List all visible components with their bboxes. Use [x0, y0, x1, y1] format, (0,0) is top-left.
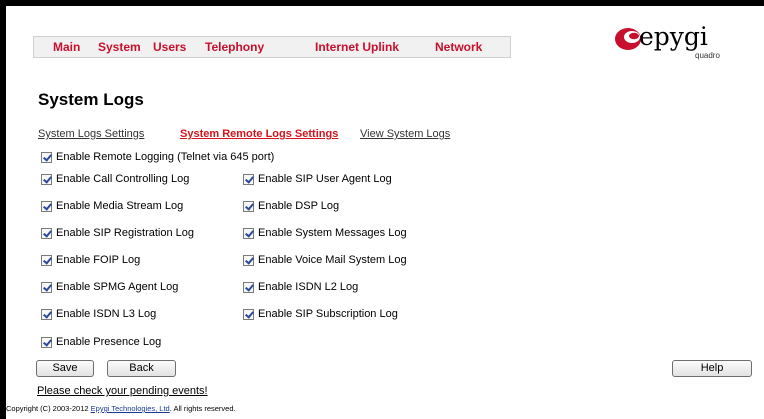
menu-users[interactable]: Users — [153, 40, 186, 54]
presence-log-checkbox[interactable] — [41, 336, 52, 348]
isdn-l3-log-checkbox[interactable] — [41, 308, 52, 320]
system-messages-log-checkbox[interactable] — [243, 227, 254, 239]
call-controlling-log-checkbox[interactable] — [41, 173, 52, 185]
log-option-row: Enable SIP User Agent Log — [243, 172, 392, 186]
logo-brand: epygi — [639, 22, 708, 51]
log-option-label: Enable Voice Mail System Log — [258, 254, 407, 266]
log-option-label: Enable System Messages Log — [258, 227, 407, 239]
spmg-agent-log-checkbox[interactable] — [41, 281, 52, 293]
copyright-suffix: . All rights reserved. — [169, 404, 236, 413]
log-option-row: Enable System Messages Log — [243, 226, 407, 240]
remote-logging-row: Enable Remote Logging (Telnet via 645 po… — [41, 150, 274, 164]
foip-log-checkbox[interactable] — [41, 254, 52, 266]
menu-main[interactable]: Main — [53, 40, 80, 54]
dsp-log-checkbox[interactable] — [243, 200, 254, 212]
page-title: System Logs — [38, 90, 144, 109]
sip-subscription-log-checkbox[interactable] — [243, 308, 254, 320]
log-option-row: Enable Voice Mail System Log — [243, 253, 407, 267]
log-option-label: Enable Media Stream Log — [56, 200, 184, 212]
log-option-row: Enable Call Controlling Log — [41, 172, 189, 186]
menu-network[interactable]: Network — [435, 40, 482, 54]
pending-events-link[interactable]: Please check your pending events! — [37, 385, 208, 397]
log-option-row: Enable ISDN L2 Log — [243, 280, 358, 294]
log-option-row: Enable DSP Log — [243, 199, 339, 213]
voice-mail-system-log-checkbox[interactable] — [243, 254, 254, 266]
copyright: Copyright (C) 2003-2012 Epygi Technologi… — [6, 404, 236, 413]
log-option-label: Enable SIP Subscription Log — [258, 308, 398, 320]
log-option-row: Enable SIP Subscription Log — [243, 307, 398, 321]
sip-registration-log-checkbox[interactable] — [41, 227, 52, 239]
epygi-technologies-link[interactable]: Epygi Technologies, Ltd — [91, 404, 170, 413]
log-option-row: Enable Presence Log — [41, 335, 161, 349]
save-button[interactable]: Save — [36, 360, 94, 377]
media-stream-log-checkbox[interactable] — [41, 200, 52, 212]
epygi-logo: epygi quadro — [613, 22, 763, 64]
log-option-label: Enable DSP Log — [258, 200, 340, 212]
log-option-label: Enable SIP User Agent Log — [258, 173, 392, 185]
copyright-prefix: Copyright (C) 2003-2012 — [6, 404, 91, 413]
tab-system-remote-logs-settings[interactable]: System Remote Logs Settings — [180, 128, 338, 140]
top-menu: Main System Users Telephony Internet Upl… — [33, 36, 511, 58]
menu-internet-uplink[interactable]: Internet Uplink — [315, 40, 399, 54]
sip-user-agent-log-checkbox[interactable] — [243, 173, 254, 185]
log-option-label: Enable SPMG Agent Log — [56, 281, 179, 293]
log-option-row: Enable SIP Registration Log — [41, 226, 194, 240]
log-option-label: Enable Presence Log — [56, 336, 162, 348]
log-option-label: Enable FOIP Log — [56, 254, 141, 266]
tab-view-system-logs[interactable]: View System Logs — [360, 128, 450, 140]
tab-system-logs-settings[interactable]: System Logs Settings — [38, 128, 144, 140]
log-option-label: Enable ISDN L2 Log — [258, 281, 359, 293]
log-option-label: Enable SIP Registration Log — [56, 227, 194, 239]
remote-logging-label: Enable Remote Logging (Telnet via 645 po… — [56, 151, 275, 163]
log-option-label: Enable Call Controlling Log — [56, 173, 190, 185]
isdn-l2-log-checkbox[interactable] — [243, 281, 254, 293]
menu-telephony[interactable]: Telephony — [205, 40, 264, 54]
back-button[interactable]: Back — [107, 360, 176, 377]
log-option-row: Enable FOIP Log — [41, 253, 140, 267]
menu-system[interactable]: System — [98, 40, 141, 54]
log-option-label: Enable ISDN L3 Log — [56, 308, 157, 320]
help-button[interactable]: Help — [672, 360, 752, 377]
log-option-row: Enable Media Stream Log — [41, 199, 183, 213]
logo-model: quadro — [695, 51, 720, 60]
log-option-row: Enable SPMG Agent Log — [41, 280, 178, 294]
page: Main System Users Telephony Internet Upl… — [6, 6, 764, 419]
log-option-row: Enable ISDN L3 Log — [41, 307, 156, 321]
remote-logging-checkbox[interactable] — [41, 151, 52, 163]
